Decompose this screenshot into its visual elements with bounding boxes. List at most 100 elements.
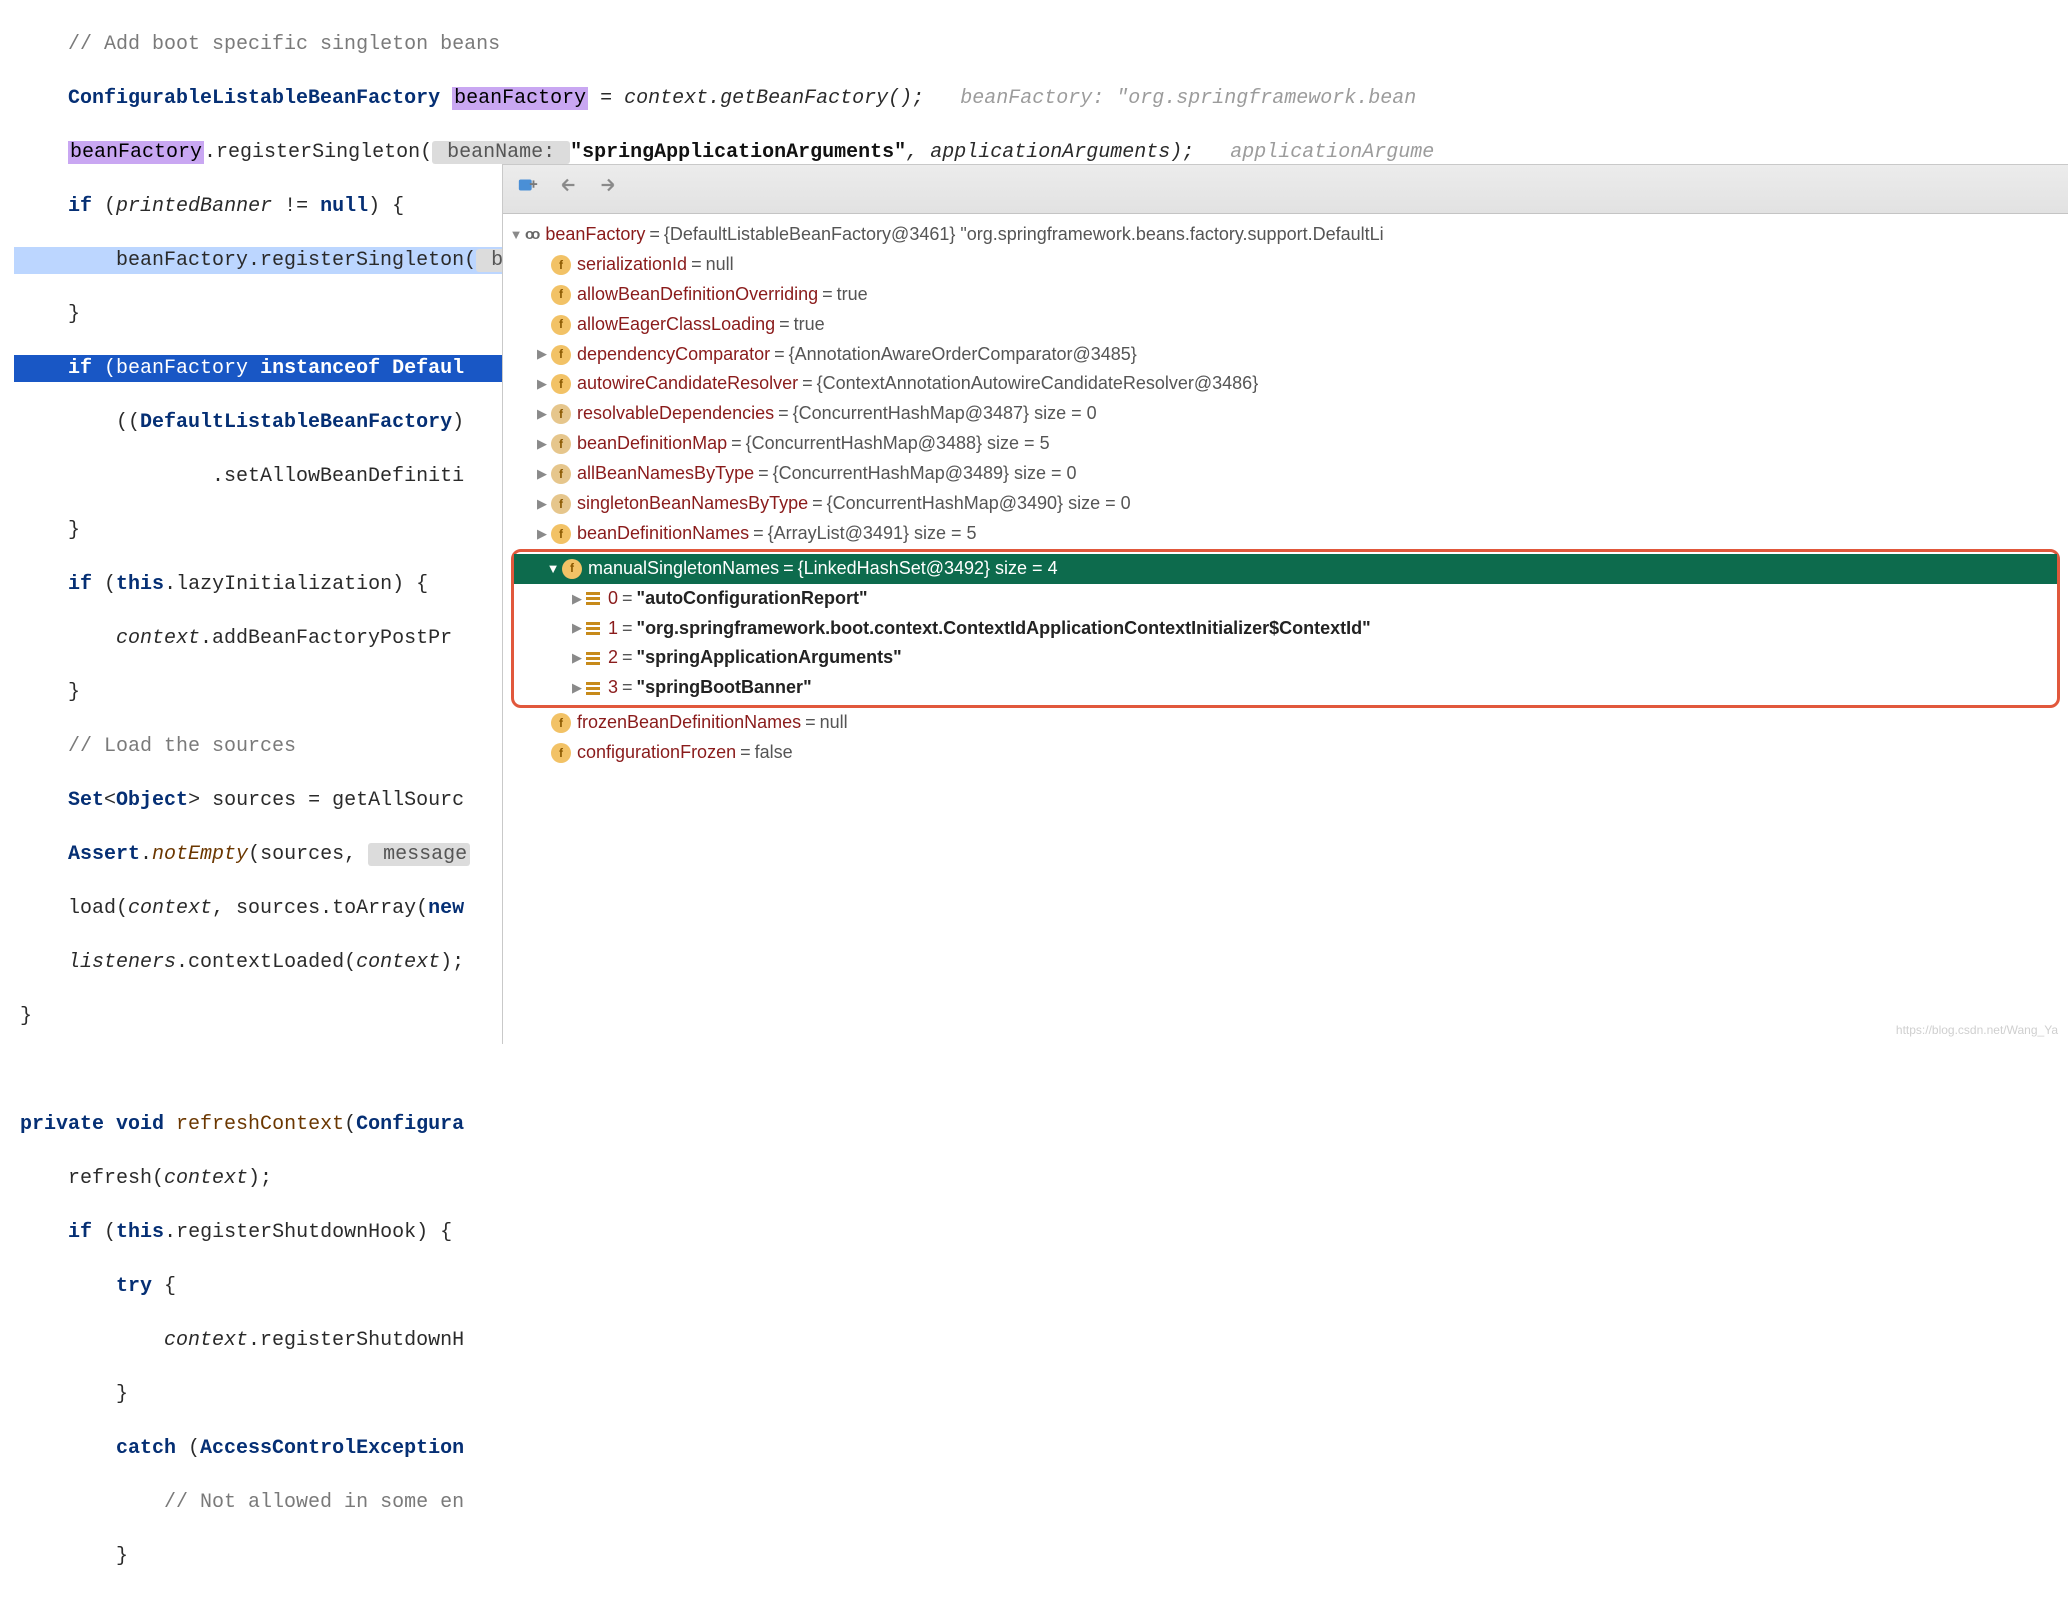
chevron-right-icon[interactable]: ▶ <box>535 404 549 424</box>
tree-root[interactable]: ▼ oo beanFactory = {DefaultListableBeanF… <box>503 220 2068 250</box>
element-icon <box>586 622 600 635</box>
object-icon: oo <box>525 225 537 245</box>
chevron-right-icon[interactable]: ▶ <box>535 494 549 514</box>
chevron-right-icon[interactable]: ▶ <box>535 464 549 484</box>
tree-node[interactable]: ▶fbeanDefinitionMap={ConcurrentHashMap@3… <box>503 429 2068 459</box>
var-value: "autoConfigurationReport" <box>637 585 868 613</box>
chevron-down-icon[interactable]: ▼ <box>546 559 560 579</box>
var-name: manualSingletonNames <box>588 555 779 583</box>
field-icon: f <box>551 285 571 305</box>
tree-node[interactable]: fallowBeanDefinitionOverriding=true <box>503 280 2068 310</box>
tree-node[interactable]: ▶fdependencyComparator={AnnotationAwareO… <box>503 340 2068 370</box>
var-name: 3 <box>608 674 618 702</box>
chevron-right-icon[interactable]: ▶ <box>535 344 549 364</box>
var-value: true <box>837 281 868 309</box>
debugger-toolbar <box>503 165 2068 214</box>
var-value: {AnnotationAwareOrderComparator@3485} <box>789 341 1137 369</box>
tree-node[interactable]: ▶fresolvableDependencies={ConcurrentHash… <box>503 399 2068 429</box>
field-icon: f <box>551 494 571 514</box>
param-hint: message <box>368 843 470 866</box>
tree-node[interactable]: ▶fsingletonBeanNamesByType={ConcurrentHa… <box>503 489 2068 519</box>
var-name: beanDefinitionNames <box>577 520 749 548</box>
nav-forward-icon[interactable] <box>597 174 619 205</box>
field-icon: f <box>551 345 571 365</box>
var-name: 1 <box>608 615 618 643</box>
code-text: } <box>116 1545 128 1568</box>
tree-node[interactable]: ▶fbeanDefinitionNames={ArrayList@3491} s… <box>503 519 2068 549</box>
var-value: false <box>755 739 793 767</box>
var-name: serializationId <box>577 251 687 279</box>
field-icon: f <box>551 713 571 733</box>
code-variable-highlight: beanFactory <box>452 87 588 110</box>
tree-node[interactable]: fserializationId=null <box>503 250 2068 280</box>
tree-node[interactable]: fallowEagerClassLoading=true <box>503 310 2068 340</box>
var-value: {ArrayList@3491} size = 5 <box>768 520 977 548</box>
code-text: } <box>68 681 80 704</box>
var-name: frozenBeanDefinitionNames <box>577 709 801 737</box>
var-value: "springApplicationArguments" <box>637 644 902 672</box>
chevron-right-icon[interactable]: ▶ <box>570 589 584 609</box>
code-text: .registerSingleton( <box>204 141 432 164</box>
variables-tree[interactable]: ▼ oo beanFactory = {DefaultListableBeanF… <box>503 214 2068 768</box>
field-icon: f <box>551 255 571 275</box>
code-text: = context.getBeanFactory(); <box>588 87 924 110</box>
field-icon: f <box>551 524 571 544</box>
chevron-right-icon[interactable]: ▶ <box>535 374 549 394</box>
string-literal: "springApplicationArguments" <box>570 141 906 164</box>
var-name: autowireCandidateResolver <box>577 370 798 398</box>
var-value: {LinkedHashSet@3492} size = 4 <box>798 555 1058 583</box>
chevron-right-icon[interactable]: ▶ <box>570 678 584 698</box>
var-name: beanFactory <box>545 221 645 249</box>
var-name: beanDefinitionMap <box>577 430 727 458</box>
field-icon: f <box>551 464 571 484</box>
var-value: {ConcurrentHashMap@3488} size = 5 <box>746 430 1050 458</box>
code-variable-highlight: beanFactory <box>68 141 204 164</box>
var-value: {ConcurrentHashMap@3489} size = 0 <box>773 460 1077 488</box>
var-value: {ConcurrentHashMap@3490} size = 0 <box>827 490 1131 518</box>
var-value: {ContextAnnotationAutowireCandidateResol… <box>817 370 1259 398</box>
code-type: ConfigurableListableBeanFactory <box>68 87 440 110</box>
debugger-popup[interactable]: ▼ oo beanFactory = {DefaultListableBeanF… <box>502 164 2068 1044</box>
var-name: allowBeanDefinitionOverriding <box>577 281 818 309</box>
var-value: true <box>794 311 825 339</box>
code-comment: // Load the sources <box>68 735 296 758</box>
code-comment: // Add boot specific singleton beans <box>68 33 500 56</box>
chevron-right-icon[interactable]: ▶ <box>570 648 584 668</box>
chevron-down-icon[interactable]: ▼ <box>509 225 523 245</box>
nav-back-icon[interactable] <box>557 174 579 205</box>
tree-node[interactable]: ▶1="org.springframework.boot.context.Con… <box>514 614 2057 644</box>
code-text: .setAllowBeanDefiniti <box>212 465 464 488</box>
tree-node[interactable]: ffrozenBeanDefinitionNames=null <box>503 708 2068 738</box>
watermark: https://blog.csdn.net/Wang_Ya <box>1896 1022 2058 1038</box>
code-comment: // Not allowed in some en <box>164 1491 464 1514</box>
chevron-right-icon[interactable]: ▶ <box>535 524 549 544</box>
var-name: singletonBeanNamesByType <box>577 490 808 518</box>
tree-node[interactable]: ▶3="springBootBanner" <box>514 673 2057 703</box>
field-icon: f <box>551 743 571 763</box>
chevron-right-icon[interactable]: ▶ <box>570 618 584 638</box>
var-value: null <box>706 251 734 279</box>
element-icon <box>586 652 600 665</box>
tree-node[interactable]: ▶fautowireCandidateResolver={ContextAnno… <box>503 369 2068 399</box>
var-name: 2 <box>608 644 618 672</box>
var-value: null <box>820 709 848 737</box>
field-icon: f <box>551 434 571 454</box>
var-value: "springBootBanner" <box>637 674 812 702</box>
var-name: resolvableDependencies <box>577 400 774 428</box>
tree-node-selected[interactable]: ▼ f manualSingletonNames = {LinkedHashSe… <box>514 554 2057 584</box>
code-text: , applicationArguments); <box>906 141 1194 164</box>
code-text: } <box>116 1383 128 1406</box>
var-name: configurationFrozen <box>577 739 736 767</box>
tree-node[interactable]: ▶0="autoConfigurationReport" <box>514 584 2057 614</box>
var-name: 0 <box>608 585 618 613</box>
tree-node[interactable]: fconfigurationFrozen=false <box>503 738 2068 768</box>
var-name: allBeanNamesByType <box>577 460 754 488</box>
tree-node[interactable]: ▶2="springApplicationArguments" <box>514 643 2057 673</box>
new-watch-icon[interactable] <box>517 174 539 205</box>
tree-node[interactable]: ▶fallBeanNamesByType={ConcurrentHashMap@… <box>503 459 2068 489</box>
inlay-hint: applicationArgume <box>1194 141 1434 164</box>
element-icon <box>586 592 600 605</box>
chevron-right-icon[interactable]: ▶ <box>535 434 549 454</box>
var-value: {DefaultListableBeanFactory@3461} "org.s… <box>664 221 1384 249</box>
code-text: } <box>68 519 80 542</box>
